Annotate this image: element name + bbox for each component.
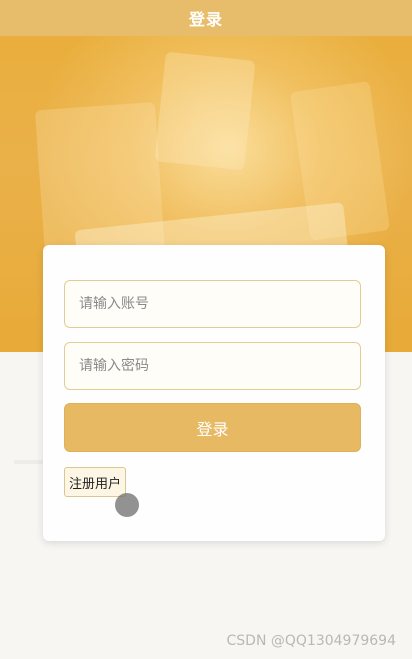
- touch-indicator: [115, 493, 139, 517]
- login-card: 登录 注册用户: [43, 245, 385, 541]
- password-input[interactable]: [64, 342, 361, 390]
- banner-decoration: [154, 51, 256, 171]
- watermark: CSDN @QQ1304979694: [226, 633, 396, 649]
- account-input[interactable]: [64, 280, 361, 328]
- page-title: 登录: [188, 10, 223, 29]
- register-button[interactable]: 注册用户: [64, 467, 127, 497]
- login-button[interactable]: 登录: [64, 403, 361, 452]
- divider: [14, 460, 44, 464]
- app-header: 登录: [0, 0, 412, 36]
